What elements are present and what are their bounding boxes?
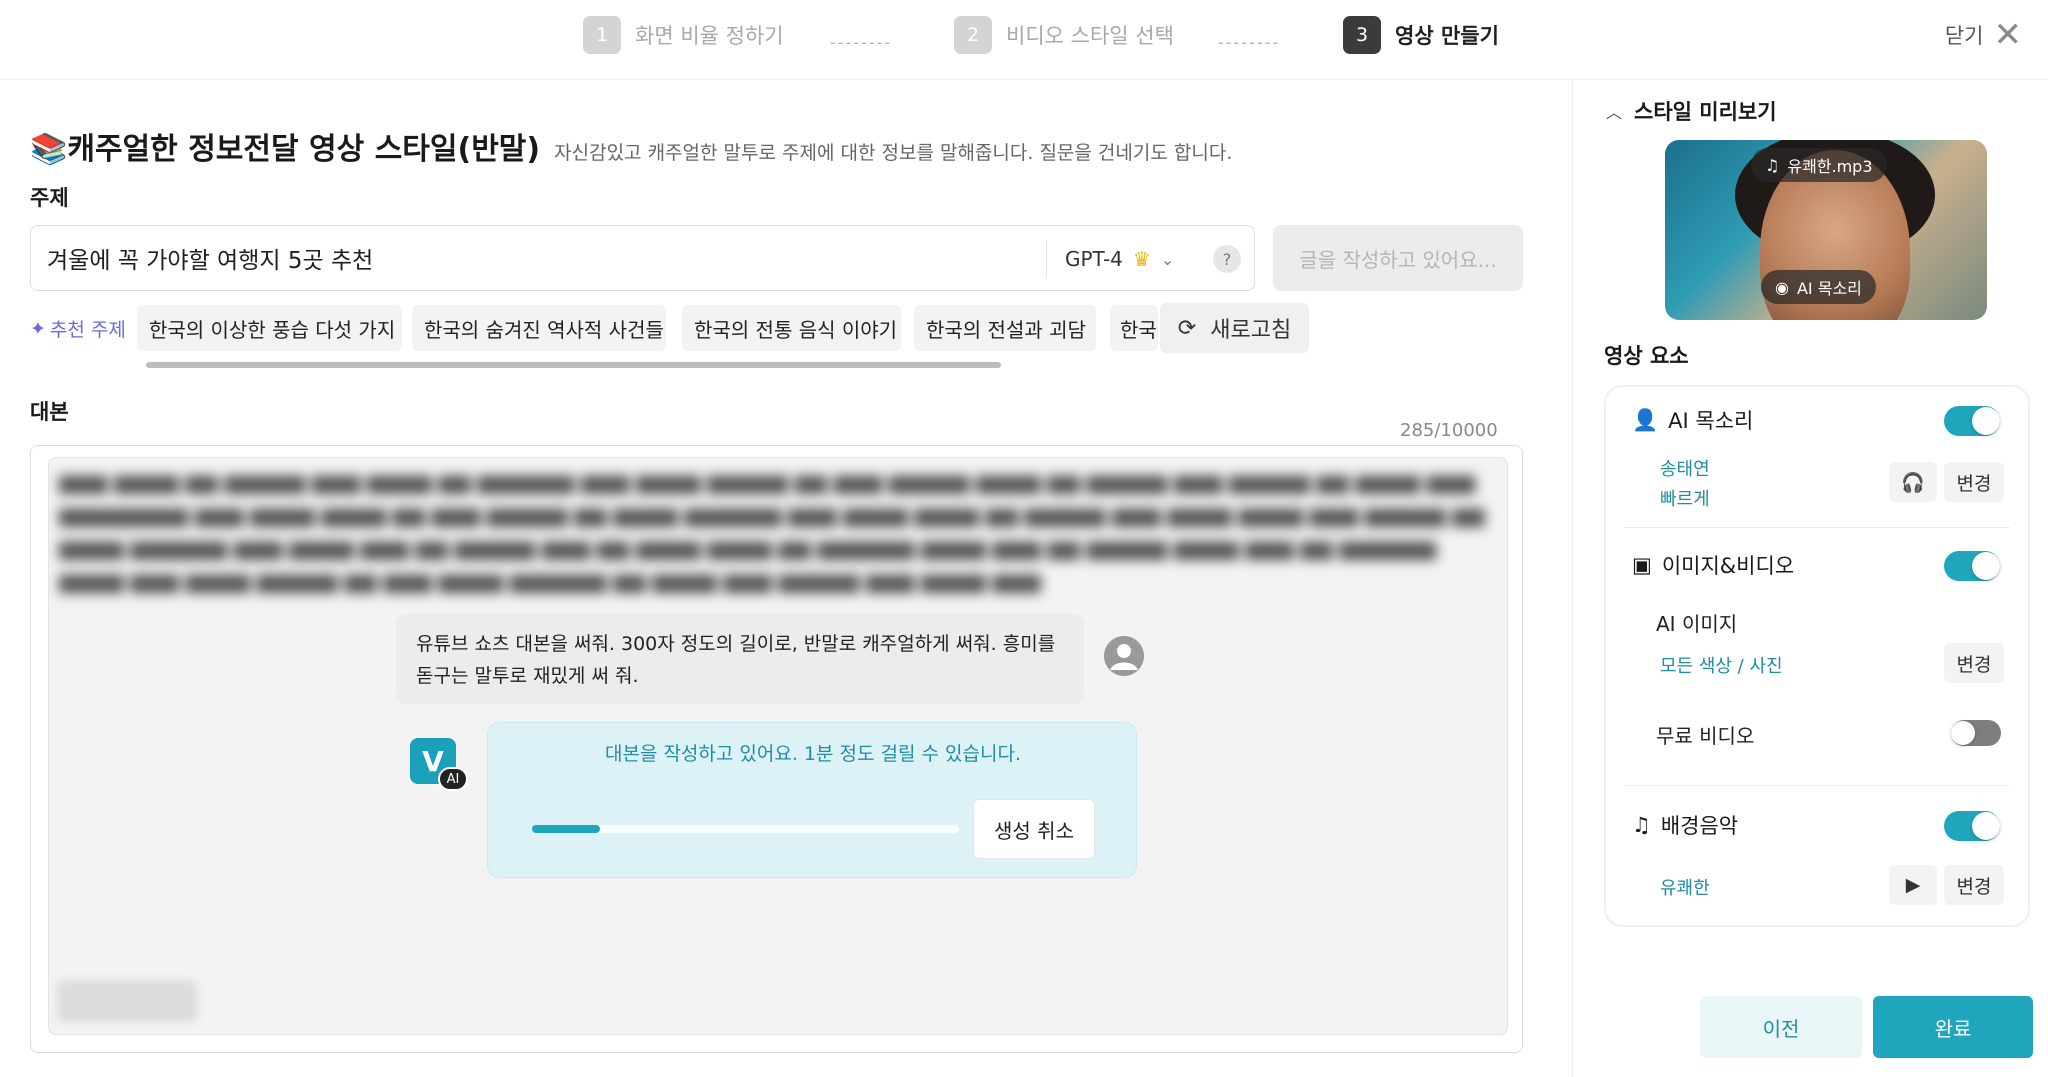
play-icon: ▶: [1905, 874, 1921, 896]
topic-chip[interactable]: 한국의 전통 음식 이야기: [682, 305, 901, 351]
ai-status-text: 대본을 작성하고 있어요. 1분 정도 걸릴 수 있습니다.: [604, 743, 1022, 765]
chips-scrollbar[interactable]: [146, 362, 1001, 368]
style-preview-toggle[interactable]: ︿ 스타일 미리보기: [1606, 96, 1777, 126]
chevron-up-icon: ︿: [1606, 103, 1623, 122]
image-change-button[interactable]: 변경: [1944, 643, 2004, 683]
style-name: 📚캐주얼한 정보전달 영상 스타일(반말): [30, 132, 541, 167]
step-number: 3: [1343, 16, 1381, 54]
voice-pill: ◉ AI 목소리: [1761, 270, 1876, 304]
ai-image-label: AI 이미지: [1656, 612, 1738, 636]
step-label: 화면 비율 정하기: [635, 24, 784, 48]
voice-speed: 빠르게: [1660, 489, 1710, 510]
music-row: ♫ 배경음악: [1632, 810, 1738, 840]
voice-name: 송태연: [1660, 459, 1710, 480]
music-note-icon: ♫: [1632, 813, 1651, 837]
step-number: 2: [954, 16, 992, 54]
crown-icon: ♛: [1132, 247, 1151, 271]
step-separator: --------: [830, 33, 893, 52]
free-video-toggle[interactable]: [1951, 720, 2001, 746]
stepper-bar: 1 화면 비율 정하기 -------- 2 비디오 스타일 선택 ------…: [0, 0, 2048, 80]
music-note-icon: ♫: [1765, 155, 1780, 175]
voice-row: 👤 AI 목소리: [1632, 405, 1753, 435]
divider: [1624, 527, 2010, 528]
elements-title: 영상 요소: [1604, 344, 1689, 368]
ai-image-value: 모든 색상 / 사진: [1660, 656, 1783, 677]
ai-badge: AI: [438, 767, 468, 791]
topic-chip[interactable]: 한국의 숨겨진 역사적 사건들: [412, 305, 666, 351]
close-icon: ✕: [1993, 15, 2023, 55]
image-video-toggle[interactable]: [1944, 551, 2000, 581]
style-preview-image[interactable]: ♫ 유쾌한.mp3 ◉ AI 목소리: [1665, 140, 1987, 320]
topic-input[interactable]: [47, 240, 1047, 276]
step-3[interactable]: 3 영상 만들기: [1343, 16, 1499, 54]
refresh-icon: ⟳: [1177, 315, 1197, 341]
topic-field: GPT-4 ♛ ⌄ ?: [30, 225, 1255, 291]
books-icon: 📚: [30, 132, 68, 167]
voice-change-button[interactable]: 변경: [1944, 462, 2004, 502]
voice-label: AI 목소리: [1668, 409, 1754, 433]
recommend-label: ✦ 추천 주제: [30, 317, 126, 342]
style-description: 자신감있고 캐주얼한 말투로 주제에 대한 정보를 말해줍니다. 질문을 건네기…: [554, 142, 1233, 164]
done-button[interactable]: 완료: [1873, 996, 2033, 1058]
refresh-button[interactable]: ⟳ 새로고침: [1160, 303, 1309, 353]
music-label: 배경음악: [1660, 814, 1739, 838]
voice-person-icon: 👤: [1632, 407, 1659, 432]
speaker-icon: ◉: [1775, 277, 1789, 297]
model-select[interactable]: GPT-4 ♛ ⌄: [1065, 240, 1174, 278]
topic-label: 주제: [30, 186, 69, 210]
style-header: 📚캐주얼한 정보전달 영상 스타일(반말) 자신감있고 캐주얼한 말투로 주제에…: [30, 124, 1232, 168]
music-change-button[interactable]: 변경: [1944, 865, 2004, 905]
blurred-script-text: ▆▆▆ ▆▆▆▆ ▆▆ ▆▆▆▆▆ ▆▆▆ ▆▆▆▆ ▆▆ ▆▆▆▆▆▆ ▆▆▆…: [59, 470, 1485, 593]
step-label: 비디오 스타일 선택: [1006, 24, 1174, 48]
image-video-label: 이미지&비디오: [1661, 554, 1795, 578]
headphones-icon: 🎧: [1901, 471, 1925, 494]
preview-title: 스타일 미리보기: [1634, 100, 1777, 124]
step-1[interactable]: 1 화면 비율 정하기: [583, 16, 784, 54]
close-button[interactable]: 닫기 ✕: [1945, 18, 2022, 52]
music-toggle[interactable]: [1944, 811, 2000, 841]
script-label: 대본: [30, 400, 69, 424]
generation-progress: [532, 825, 959, 833]
music-value: 유쾌한: [1660, 878, 1710, 899]
close-label: 닫기: [1944, 24, 1984, 48]
music-pill: ♫ 유쾌한.mp3: [1751, 148, 1887, 182]
topic-chip[interactable]: 한국의 전설과 괴담: [914, 305, 1096, 351]
sparkle-icon: ✦: [30, 317, 46, 340]
help-icon[interactable]: ?: [1213, 245, 1241, 273]
step-separator: --------: [1218, 33, 1281, 52]
free-video-label: 무료 비디오: [1656, 724, 1755, 748]
image-video-icon: ▣: [1632, 553, 1652, 577]
divider: [1046, 240, 1047, 278]
cancel-generation-button[interactable]: 생성 취소: [973, 799, 1095, 859]
model-value: GPT-4: [1065, 247, 1123, 271]
blurred-chip: [57, 980, 197, 1022]
user-prompt-bubble: 유튜브 쇼츠 대본을 써줘. 300자 정도의 길이로, 반말로 캐주얼하게 써…: [396, 614, 1084, 704]
play-button[interactable]: ▶: [1889, 865, 1937, 905]
voice-toggle[interactable]: [1944, 406, 2000, 436]
image-video-row: ▣ 이미지&비디오: [1632, 550, 1794, 580]
topic-chip[interactable]: 한국: [1110, 305, 1158, 351]
step-number: 1: [583, 16, 621, 54]
panel-divider: [1572, 80, 1573, 1077]
progress-fill: [532, 825, 601, 833]
chevron-down-icon: ⌄: [1160, 249, 1175, 269]
write-button[interactable]: 글을 작성하고 있어요...: [1273, 225, 1523, 291]
user-avatar-icon: [1104, 636, 1144, 676]
headphones-button[interactable]: 🎧: [1889, 462, 1937, 502]
prev-button[interactable]: 이전: [1700, 996, 1862, 1058]
step-label: 영상 만들기: [1395, 24, 1499, 48]
divider: [1624, 785, 2010, 786]
ai-status-panel: 대본을 작성하고 있어요. 1분 정도 걸릴 수 있습니다. 생성 취소: [487, 722, 1137, 878]
topic-chip[interactable]: 한국의 이상한 풍습 다섯 가지: [137, 305, 402, 351]
step-2[interactable]: 2 비디오 스타일 선택: [954, 16, 1174, 54]
char-counter: 285/10000: [1400, 420, 1498, 441]
